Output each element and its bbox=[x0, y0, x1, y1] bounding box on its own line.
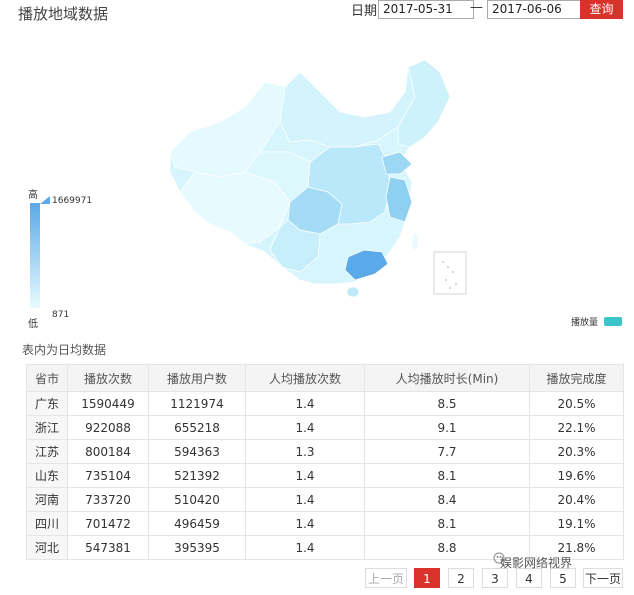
end-date-input[interactable]: 2017-06-06 bbox=[487, 0, 583, 19]
page-button-4[interactable]: 4 bbox=[516, 568, 542, 588]
province-cell: 山东 bbox=[26, 463, 68, 488]
watermark-text: 娱影网络视界 bbox=[500, 556, 573, 570]
table-cell: 8.1 bbox=[364, 463, 530, 488]
table-cell: 1.4 bbox=[245, 511, 365, 536]
legend-high-label: 高 bbox=[28, 190, 38, 201]
page-title: 播放地域数据 bbox=[18, 5, 109, 23]
south-sea-islands bbox=[442, 261, 457, 289]
table-cell: 521392 bbox=[148, 463, 246, 488]
table-cell: 735104 bbox=[67, 463, 149, 488]
table-cell: 8.5 bbox=[364, 391, 530, 416]
table-cell: 20.4% bbox=[529, 487, 624, 512]
table-cell: 496459 bbox=[148, 511, 246, 536]
table-cell: 922088 bbox=[67, 415, 149, 440]
china-map-svg bbox=[169, 59, 467, 298]
table-row: 广东 1590449 1121974 1.4 8.5 20.5% bbox=[26, 391, 624, 416]
province-cell: 江苏 bbox=[26, 439, 68, 464]
table-cell: 1.4 bbox=[245, 415, 365, 440]
table-cell: 19.6% bbox=[529, 463, 624, 488]
table-cell: 1.3 bbox=[245, 439, 365, 464]
table-cell: 800184 bbox=[67, 439, 149, 464]
table-cell: 701472 bbox=[67, 511, 149, 536]
table-cell: 1.4 bbox=[245, 535, 365, 560]
table-cell: 20.3% bbox=[529, 439, 624, 464]
column-header: 播放用户数 bbox=[148, 364, 246, 392]
legend-low-label: 低 bbox=[28, 319, 38, 330]
page-button-5[interactable]: 5 bbox=[550, 568, 576, 588]
column-header: 人均播放次数 bbox=[245, 364, 365, 392]
table-cell: 547381 bbox=[67, 535, 149, 560]
table-row: 江苏 800184 594363 1.3 7.7 20.3% bbox=[26, 439, 624, 464]
table-header-row: 省市 播放次数 播放用户数 人均播放次数 人均播放时长(Min) 播放完成度 bbox=[26, 364, 624, 392]
table-note: 表内为日均数据 bbox=[22, 343, 107, 357]
table-cell: 510420 bbox=[148, 487, 246, 512]
table-cell: 733720 bbox=[67, 487, 149, 512]
table-row: 山东 735104 521392 1.4 8.1 19.6% bbox=[26, 463, 624, 488]
series-legend-label[interactable]: 播放量 bbox=[571, 315, 598, 328]
column-header: 播放完成度 bbox=[529, 364, 624, 392]
column-header: 播放次数 bbox=[67, 364, 149, 392]
prev-page-button[interactable]: 上一页 bbox=[365, 568, 407, 588]
table-cell: 1.4 bbox=[245, 391, 365, 416]
legend-handle-icon[interactable] bbox=[40, 196, 50, 204]
start-date-input[interactable]: 2017-05-31 bbox=[378, 0, 474, 19]
table-cell: 1590449 bbox=[67, 391, 149, 416]
table-cell: 1.4 bbox=[245, 487, 365, 512]
legend-color-bar[interactable] bbox=[30, 203, 40, 308]
table-cell: 19.1% bbox=[529, 511, 624, 536]
legend-max-value: 1669971 bbox=[52, 196, 93, 206]
column-header: 人均播放时长(Min) bbox=[364, 364, 530, 392]
table-cell: 7.7 bbox=[364, 439, 530, 464]
table-cell: 594363 bbox=[148, 439, 246, 464]
query-button[interactable]: 查询 bbox=[580, 0, 623, 19]
map-region-taiwan[interactable] bbox=[411, 233, 419, 251]
table-cell: 20.5% bbox=[529, 391, 624, 416]
china-map bbox=[150, 52, 490, 312]
table-row: 浙江 922088 655218 1.4 9.1 22.1% bbox=[26, 415, 624, 440]
table-cell: 1.4 bbox=[245, 463, 365, 488]
table-cell: 655218 bbox=[148, 415, 246, 440]
province-cell: 浙江 bbox=[26, 415, 68, 440]
series-legend-swatch[interactable] bbox=[604, 317, 622, 326]
table-cell: 8.4 bbox=[364, 487, 530, 512]
date-label: 日期 bbox=[351, 4, 378, 19]
page-button-2[interactable]: 2 bbox=[448, 568, 474, 588]
table-cell: 22.1% bbox=[529, 415, 624, 440]
page-button-3[interactable]: 3 bbox=[482, 568, 508, 588]
province-cell: 四川 bbox=[26, 511, 68, 536]
table-row: 河南 733720 510420 1.4 8.4 20.4% bbox=[26, 487, 624, 512]
table-cell: 1121974 bbox=[148, 391, 246, 416]
next-page-button[interactable]: 下一页 bbox=[583, 568, 623, 588]
map-region-hainan[interactable] bbox=[346, 286, 360, 298]
date-separator: — bbox=[470, 0, 483, 15]
province-cell: 河北 bbox=[26, 535, 68, 560]
legend-min-value: 871 bbox=[52, 310, 70, 320]
table-cell: 9.1 bbox=[364, 415, 530, 440]
table-row: 四川 701472 496459 1.4 8.1 19.1% bbox=[26, 511, 624, 536]
region-data-table: 省市 播放次数 播放用户数 人均播放次数 人均播放时长(Min) 播放完成度 广… bbox=[26, 364, 624, 560]
column-header: 省市 bbox=[26, 364, 68, 392]
province-cell: 广东 bbox=[26, 391, 68, 416]
table-cell: 395395 bbox=[148, 535, 246, 560]
page-button-1[interactable]: 1 bbox=[414, 568, 440, 588]
table-cell: 8.1 bbox=[364, 511, 530, 536]
province-cell: 河南 bbox=[26, 487, 68, 512]
